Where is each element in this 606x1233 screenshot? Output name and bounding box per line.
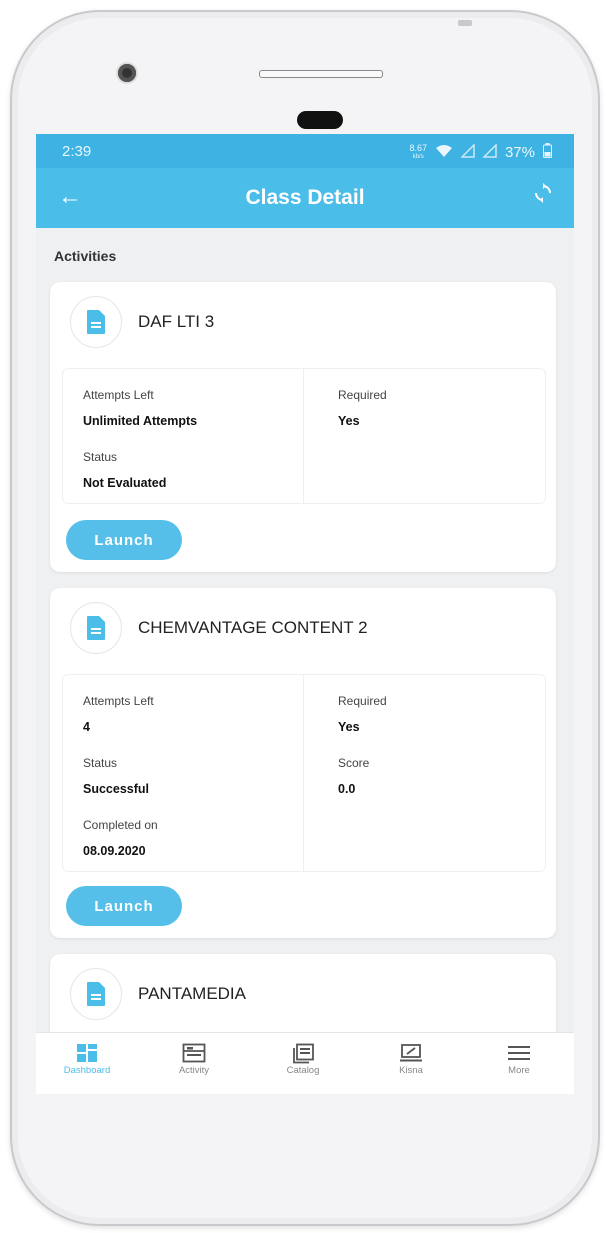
app-bar: ← Class Detail bbox=[36, 168, 574, 228]
details-right-column: Required Yes bbox=[304, 369, 545, 503]
details-right-column: Required Yes Score 0.0 bbox=[304, 675, 545, 871]
nav-label: More bbox=[508, 1065, 530, 1076]
nav-label: Activity bbox=[178, 1065, 210, 1076]
activity-card: CHEMVANTAGE CONTENT 2 Attempts Left 4 St… bbox=[50, 588, 556, 938]
required-label: Required bbox=[338, 388, 387, 402]
launch-button[interactable]: Launch bbox=[66, 520, 182, 560]
document-icon bbox=[70, 968, 122, 1020]
nav-catalog[interactable]: Catalog bbox=[258, 1043, 348, 1076]
nav-label: Dashboard bbox=[63, 1065, 111, 1076]
network-speed-value: 8.67 bbox=[409, 142, 427, 153]
card-header: CHEMVANTAGE CONTENT 2 bbox=[70, 602, 368, 654]
completed-on-label: Completed on bbox=[83, 818, 158, 832]
proximity-sensor bbox=[297, 111, 343, 129]
card-header: DAF LTI 3 bbox=[70, 296, 214, 348]
activity-card: DAF LTI 3 Attempts Left Unlimited Attemp… bbox=[50, 282, 556, 572]
activity-title: CHEMVANTAGE CONTENT 2 bbox=[138, 618, 368, 637]
page-title: Class Detail bbox=[245, 186, 365, 209]
nav-dashboard[interactable]: Dashboard bbox=[42, 1043, 132, 1076]
completed-on-value: 08.09.2020 bbox=[83, 844, 146, 858]
score-label: Score bbox=[338, 756, 370, 770]
dashboard-icon bbox=[42, 1043, 132, 1065]
battery-percent: 37% bbox=[504, 144, 535, 161]
activity-details: Attempts Left 4 Status Successful Comple… bbox=[62, 674, 546, 872]
attempts-left-value: 4 bbox=[83, 720, 90, 734]
nav-kisna[interactable]: Kisna bbox=[366, 1043, 456, 1076]
phone-button bbox=[458, 20, 472, 26]
menu-icon bbox=[474, 1043, 564, 1065]
nav-more[interactable]: More bbox=[474, 1043, 564, 1076]
status-time: 2:39 bbox=[62, 143, 92, 160]
signal-icon bbox=[482, 142, 497, 162]
signal-icon bbox=[460, 142, 475, 162]
status-icons: 8.67 kb/s 37% bbox=[409, 142, 552, 162]
attempts-left-label: Attempts Left bbox=[83, 694, 154, 708]
wifi-icon bbox=[435, 144, 453, 162]
app-screen: 2:39 8.67 kb/s 37% ← Class Detail Activi… bbox=[36, 134, 574, 1094]
status-value: Not Evaluated bbox=[83, 476, 167, 490]
status-value: Successful bbox=[83, 782, 150, 796]
attempts-left-label: Attempts Left bbox=[83, 388, 154, 402]
status-label: Status bbox=[83, 450, 118, 464]
sync-icon[interactable] bbox=[532, 182, 554, 211]
attempts-left-value: Unlimited Attempts bbox=[83, 414, 198, 428]
required-value: Yes bbox=[338, 720, 360, 734]
kisna-icon bbox=[366, 1043, 456, 1065]
card-header: PANTAMEDIA bbox=[70, 968, 246, 1020]
network-speed-unit: kb/s bbox=[412, 153, 424, 160]
details-left-column: Attempts Left 4 Status Successful Comple… bbox=[63, 675, 304, 871]
document-icon bbox=[70, 602, 122, 654]
earpiece-speaker bbox=[259, 70, 383, 78]
front-camera bbox=[118, 64, 136, 82]
nav-activity[interactable]: Activity bbox=[149, 1043, 239, 1076]
status-label: Status bbox=[83, 756, 118, 770]
score-value: 0.0 bbox=[338, 782, 356, 796]
activity-icon bbox=[149, 1043, 239, 1065]
required-value: Yes bbox=[338, 414, 360, 428]
details-left-column: Attempts Left Unlimited Attempts Status … bbox=[63, 369, 304, 503]
network-speed: 8.67 kb/s bbox=[409, 142, 427, 162]
status-bar: 2:39 8.67 kb/s 37% bbox=[36, 134, 574, 168]
activity-title: PANTAMEDIA bbox=[138, 984, 246, 1003]
activity-details: Attempts Left Unlimited Attempts Status … bbox=[62, 368, 546, 504]
bottom-navigation: Dashboard Activity Catalog Kisna More bbox=[36, 1032, 574, 1094]
document-icon bbox=[70, 296, 122, 348]
activity-title: DAF LTI 3 bbox=[138, 312, 215, 331]
nav-label: Catalog bbox=[286, 1065, 320, 1076]
launch-button[interactable]: Launch bbox=[66, 886, 182, 926]
required-label: Required bbox=[338, 694, 387, 708]
nav-label: Kisna bbox=[399, 1065, 423, 1076]
battery-icon bbox=[543, 143, 552, 162]
catalog-icon bbox=[258, 1043, 348, 1065]
section-label: Activities bbox=[54, 248, 117, 264]
